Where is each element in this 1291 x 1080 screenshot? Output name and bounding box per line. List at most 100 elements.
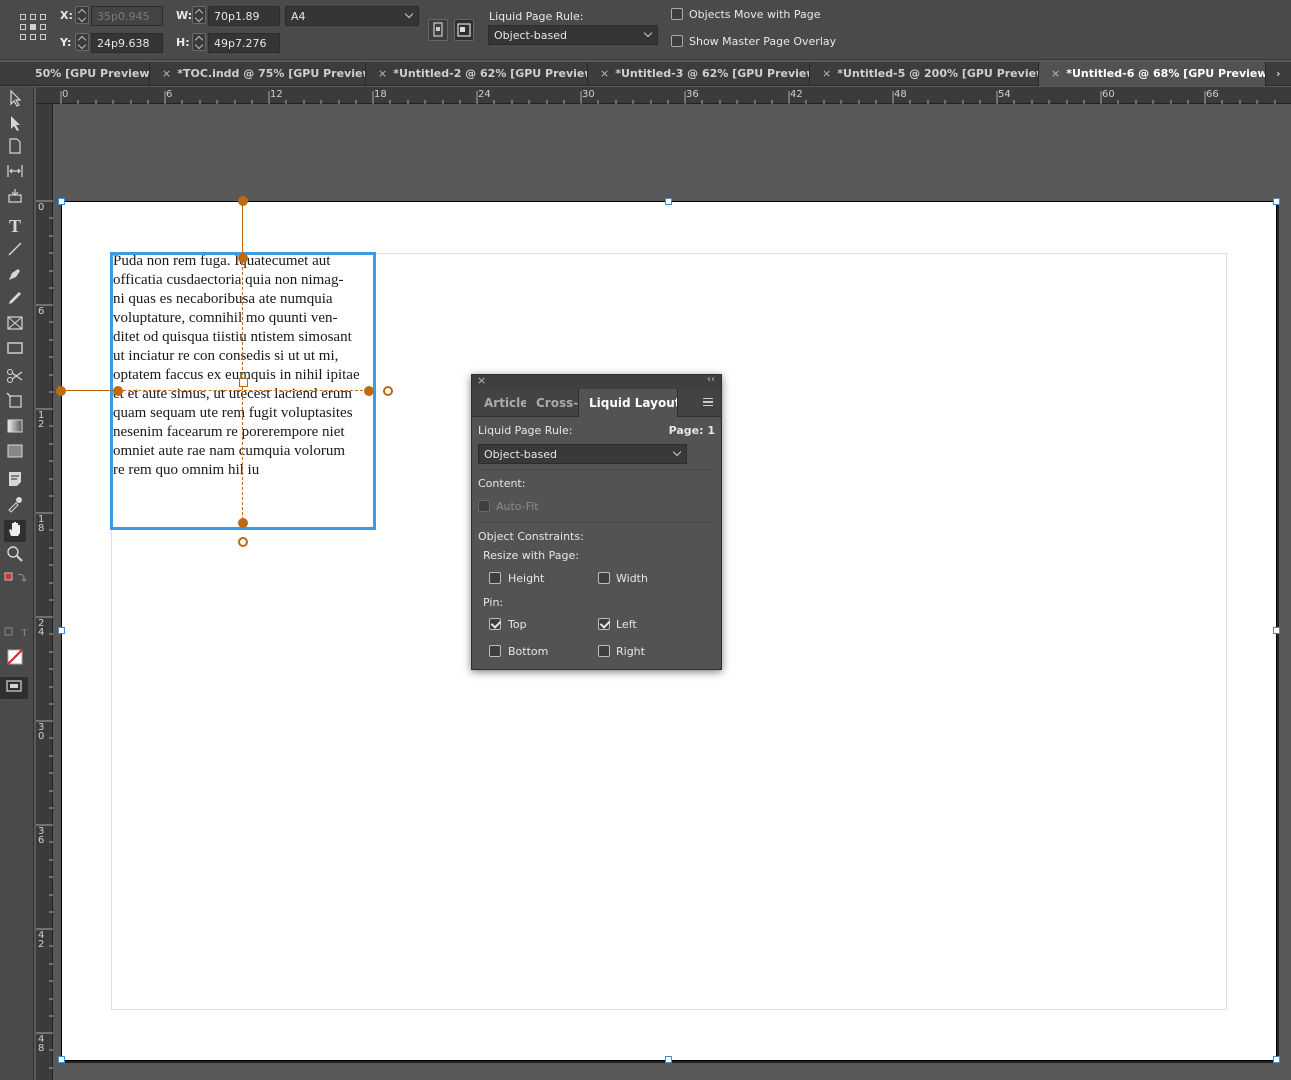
h-stepper[interactable] xyxy=(192,33,206,51)
tab-document-6[interactable]: × *Untitled-6 @ 68% [GPU Preview] xyxy=(1039,62,1266,86)
pin-right-checkbox[interactable] xyxy=(598,645,610,657)
panel-menu-icon[interactable] xyxy=(703,398,713,406)
page-resize-handle[interactable] xyxy=(1273,627,1280,634)
pin-label: Pin: xyxy=(483,596,504,609)
zoom-tool-icon[interactable] xyxy=(4,545,26,567)
content-collector-icon[interactable] xyxy=(4,187,26,209)
type-tool-icon[interactable]: T xyxy=(4,215,26,237)
x-stepper[interactable] xyxy=(75,6,89,24)
selection-tool-icon[interactable] xyxy=(4,89,26,111)
rectangle-tool-icon[interactable] xyxy=(4,339,26,361)
line-tool-icon[interactable] xyxy=(4,240,26,262)
gradient-swatch-tool-icon[interactable] xyxy=(4,417,26,439)
pin-handle[interactable] xyxy=(238,196,248,206)
close-icon[interactable]: × xyxy=(600,67,609,80)
auto-fit-checkbox[interactable] xyxy=(478,500,490,512)
width-constraint-guide[interactable] xyxy=(118,390,368,391)
pin-left-constraint[interactable] xyxy=(60,390,117,391)
selected-text-frame[interactable] xyxy=(110,252,376,530)
pin-bottom-checkbox[interactable] xyxy=(489,645,501,657)
tab-document-2[interactable]: × *TOC.indd @ 75% [GPU Preview] xyxy=(150,62,366,86)
page-resize-handle[interactable] xyxy=(665,1056,672,1063)
tab-label: *Untitled-6 @ 68% [GPU Preview] xyxy=(1066,67,1266,80)
liquid-page-rule-dropdown[interactable]: Object-based xyxy=(488,25,658,45)
close-icon[interactable]: × xyxy=(1051,67,1060,80)
scissors-tool-icon[interactable] xyxy=(4,367,26,389)
width-checkbox[interactable] xyxy=(598,572,610,584)
tab-article[interactable]: Article xyxy=(476,389,526,417)
gradient-feather-tool-icon[interactable] xyxy=(4,442,26,464)
direct-selection-tool-icon[interactable] xyxy=(4,114,26,136)
screen-mode-icon[interactable] xyxy=(0,677,28,699)
pin-handle[interactable] xyxy=(56,386,66,396)
unpinned-bottom-handle[interactable] xyxy=(238,537,248,547)
right-label: Right xyxy=(616,645,645,658)
free-transform-tool-icon[interactable] xyxy=(4,392,26,414)
page-resize-handle[interactable] xyxy=(58,198,65,205)
gap-tool-icon[interactable] xyxy=(4,162,26,184)
horizontal-ruler[interactable]: 0 6 12 18 24 30 36 42 48 54 60 66 xyxy=(36,87,1291,104)
page-resize-handle[interactable] xyxy=(1273,1056,1280,1063)
note-tool-icon[interactable] xyxy=(4,470,26,492)
tab-overflow-arrow[interactable]: › xyxy=(1270,62,1291,86)
h-field[interactable]: 49p7.276 xyxy=(208,33,280,53)
reference-point-icon[interactable] xyxy=(20,14,46,42)
page-resize-handle[interactable] xyxy=(58,1056,65,1063)
h-label: H: xyxy=(176,36,190,49)
page-size-dropdown[interactable]: A4 xyxy=(285,6,419,26)
pencil-tool-icon[interactable] xyxy=(4,289,26,311)
pin-top-checkbox[interactable] xyxy=(489,618,501,630)
close-icon[interactable]: × xyxy=(822,67,831,80)
top-label: Top xyxy=(508,618,527,631)
liquid-page-rule-dropdown[interactable]: Object-based xyxy=(478,444,687,464)
page-resize-handle[interactable] xyxy=(58,627,65,634)
resize-handle[interactable] xyxy=(364,386,374,396)
default-fill-stroke-icon[interactable] xyxy=(4,570,27,592)
eyedropper-tool-icon[interactable] xyxy=(4,495,26,517)
page-resize-handle[interactable] xyxy=(1273,198,1280,205)
pin-left-checkbox[interactable] xyxy=(598,618,610,630)
bottom-label: Bottom xyxy=(508,645,549,658)
pen-tool-icon[interactable] xyxy=(4,265,26,287)
w-field[interactable]: 70p1.89 xyxy=(208,6,280,26)
ruler-tick-label: 2 4 xyxy=(38,618,45,638)
left-label: Left xyxy=(616,618,637,631)
unpinned-right-handle[interactable] xyxy=(383,386,393,396)
pin-handle[interactable] xyxy=(238,253,248,263)
chevron-down-icon xyxy=(672,447,682,457)
height-checkbox[interactable] xyxy=(489,572,501,584)
height-constraint-guide[interactable] xyxy=(242,262,243,520)
collapse-icon[interactable]: ‹‹ xyxy=(707,374,715,385)
show-master-overlay-checkbox[interactable] xyxy=(671,35,683,47)
close-icon[interactable]: × xyxy=(477,374,486,387)
x-field[interactable]: 35p0.945 xyxy=(91,6,163,26)
objects-move-checkbox[interactable] xyxy=(671,8,683,20)
page-resize-handle[interactable] xyxy=(665,198,672,205)
tab-cross-references[interactable]: Cross- xyxy=(528,389,578,417)
close-icon[interactable]: × xyxy=(162,67,171,80)
rectangle-frame-tool-icon[interactable] xyxy=(4,314,26,336)
page-tool-icon[interactable] xyxy=(4,137,26,159)
tab-document-1[interactable]: 50% [GPU Preview] xyxy=(0,62,150,86)
pin-top-constraint[interactable] xyxy=(242,200,243,257)
control-bar: X: 35p0.945 Y: 24p9.638 W: 70p1.89 H: 49… xyxy=(0,0,1291,60)
resize-handle[interactable] xyxy=(238,518,248,528)
panel-header[interactable]: × ‹‹ xyxy=(472,374,721,389)
hand-tool-icon[interactable] xyxy=(4,520,26,542)
lock-icon[interactable] xyxy=(239,378,248,387)
liquid-page-rule-label: Liquid Page Rule: xyxy=(489,10,584,23)
liquid-layout-mode-icon[interactable] xyxy=(454,19,474,41)
tab-document-4[interactable]: × *Untitled-3 @ 62% [GPU Preview] xyxy=(588,62,810,86)
w-stepper[interactable] xyxy=(192,6,206,24)
pin-handle[interactable] xyxy=(113,386,123,396)
close-icon[interactable]: × xyxy=(378,67,387,80)
y-field[interactable]: 24p9.638 xyxy=(91,33,163,53)
edit-page-size-icon[interactable] xyxy=(428,19,448,41)
panel-tab-bar: Article Cross- Liquid Layout xyxy=(472,389,721,417)
tab-document-3[interactable]: × *Untitled-2 @ 62% [GPU Preview] xyxy=(366,62,588,86)
y-stepper[interactable] xyxy=(75,33,89,51)
tab-liquid-layout[interactable]: Liquid Layout xyxy=(578,389,678,417)
apply-none-icon[interactable] xyxy=(4,648,26,670)
formatting-affects-container-icon[interactable]: T xyxy=(4,623,28,645)
tab-document-5[interactable]: × *Untitled-5 @ 200% [GPU Preview] xyxy=(810,62,1039,86)
